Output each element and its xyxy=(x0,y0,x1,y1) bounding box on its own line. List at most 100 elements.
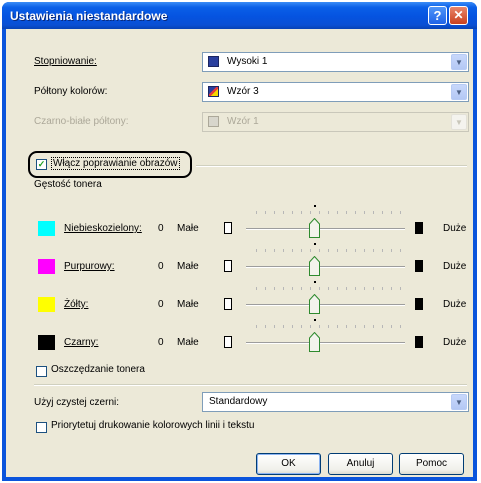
scale-min-label: Małe xyxy=(177,223,199,234)
slider-tick xyxy=(391,325,392,328)
slider-tick xyxy=(364,249,365,252)
density-slider-track xyxy=(246,266,405,268)
density-slider-thumb[interactable] xyxy=(309,331,320,352)
color-swatch xyxy=(38,259,55,274)
slider-tick xyxy=(274,325,275,328)
scale-min-label: Małe xyxy=(177,337,199,348)
slider-thumb-shape xyxy=(309,217,320,238)
slider-tick xyxy=(337,287,338,290)
toner-density-value: 0 xyxy=(158,261,164,272)
gradation-icon xyxy=(208,56,219,67)
slider-tick xyxy=(364,211,365,214)
image-refinement-label[interactable]: Włącz poprawianie obrazów xyxy=(51,157,180,170)
slider-tick xyxy=(337,325,338,328)
light-paper-icon xyxy=(224,336,232,348)
slider-tick xyxy=(319,325,320,328)
close-icon[interactable]: ✕ xyxy=(449,6,468,25)
slider-thumb-shape xyxy=(309,255,320,276)
slider-tick xyxy=(301,211,302,214)
scale-min-label: Małe xyxy=(177,261,199,272)
slider-tick xyxy=(292,211,293,214)
slider-tick xyxy=(328,211,329,214)
gradation-select[interactable]: Wysoki 1 ▼ xyxy=(202,52,469,72)
chevron-down-icon[interactable]: ▼ xyxy=(451,84,467,100)
slider-tick xyxy=(274,211,275,214)
help-button[interactable]: Pomoc xyxy=(399,453,464,475)
toner-density-value: 0 xyxy=(158,337,164,348)
title-bar[interactable]: Ustawienia niestandardowe ? ✕ xyxy=(2,2,477,29)
density-slider-thumb[interactable] xyxy=(309,217,320,238)
slider-tick xyxy=(319,249,320,252)
color-halftones-select[interactable]: Wzór 3 ▼ xyxy=(202,82,469,102)
color-halftones-value: Wzór 3 xyxy=(227,86,259,97)
slider-tick xyxy=(400,287,401,290)
toner-color-label: Żółty: xyxy=(64,299,89,310)
image-refinement-checkbox[interactable]: ✓ xyxy=(36,159,47,170)
slider-tick xyxy=(346,325,347,328)
slider-tick xyxy=(391,249,392,252)
ok-button[interactable]: OK xyxy=(256,453,321,475)
slider-tick xyxy=(319,287,320,290)
slider-tick xyxy=(337,249,338,252)
toner-color-label: Czarny: xyxy=(64,337,99,348)
chevron-down-icon[interactable]: ▼ xyxy=(451,54,467,70)
slider-tick xyxy=(382,287,383,290)
density-slider-thumb[interactable] xyxy=(309,255,320,276)
slider-tick xyxy=(283,287,284,290)
slider-tick xyxy=(355,249,356,252)
help-icon[interactable]: ? xyxy=(428,6,447,25)
toner-saving-checkbox[interactable] xyxy=(36,366,47,377)
dark-paper-icon xyxy=(415,222,423,234)
color-swatch xyxy=(38,297,55,312)
slider-tick xyxy=(373,211,374,214)
density-slider-track xyxy=(246,342,405,344)
slider-center-mark xyxy=(314,281,316,283)
slider-tick xyxy=(265,325,266,328)
gradation-value: Wysoki 1 xyxy=(227,56,268,67)
slider-tick xyxy=(310,287,311,290)
priority-lines-label[interactable]: Priorytetuj drukowanie kolorowych linii … xyxy=(51,420,254,431)
cancel-button[interactable]: Anuluj xyxy=(328,453,393,475)
scale-min-label: Małe xyxy=(177,299,199,310)
pure-black-select[interactable]: Standardowy ▼ xyxy=(202,392,469,412)
density-slider-track xyxy=(246,304,405,306)
slider-tick xyxy=(346,211,347,214)
slider-tick xyxy=(364,325,365,328)
light-paper-icon xyxy=(224,260,232,272)
slider-tick xyxy=(256,249,257,252)
slider-tick xyxy=(301,325,302,328)
slider-tick xyxy=(283,249,284,252)
slider-tick xyxy=(292,325,293,328)
slider-tick xyxy=(265,249,266,252)
toner-density-value: 0 xyxy=(158,299,164,310)
dialog-content: Stopniowanie: Wysoki 1 ▼ Półtony kolorów… xyxy=(6,29,473,477)
slider-center-mark xyxy=(314,243,316,245)
slider-tick xyxy=(310,325,311,328)
scale-max-label: Duże xyxy=(443,337,467,348)
slider-tick xyxy=(346,287,347,290)
scale-max-label: Duże xyxy=(443,261,467,272)
toner-color-label: Purpurowy: xyxy=(64,261,115,272)
chevron-down-icon[interactable]: ▼ xyxy=(451,394,467,410)
slider-tick xyxy=(355,211,356,214)
slider-tick xyxy=(292,287,293,290)
bw-halftones-value: Wzór 1 xyxy=(227,116,259,127)
slider-tick xyxy=(310,249,311,252)
density-slider-track xyxy=(246,228,405,230)
slider-tick xyxy=(373,287,374,290)
gradation-label: Stopniowanie: xyxy=(34,56,97,67)
slider-center-mark xyxy=(314,205,316,207)
density-slider-thumb[interactable] xyxy=(309,293,320,314)
slider-tick xyxy=(283,325,284,328)
toner-saving-label[interactable]: Oszczędzanie tonera xyxy=(51,364,145,375)
bw-halftones-select: Wzór 1 ▼ xyxy=(202,112,469,132)
separator xyxy=(196,165,467,167)
dialog-window: Ustawienia niestandardowe ? ✕ Stopniowan… xyxy=(2,2,477,481)
slider-tick xyxy=(256,211,257,214)
slider-thumb-shape xyxy=(309,331,320,352)
slider-tick xyxy=(382,325,383,328)
slider-tick xyxy=(364,287,365,290)
priority-lines-checkbox[interactable] xyxy=(36,422,47,433)
slider-tick xyxy=(391,287,392,290)
toner-density-label: Gęstość tonera xyxy=(34,179,102,190)
